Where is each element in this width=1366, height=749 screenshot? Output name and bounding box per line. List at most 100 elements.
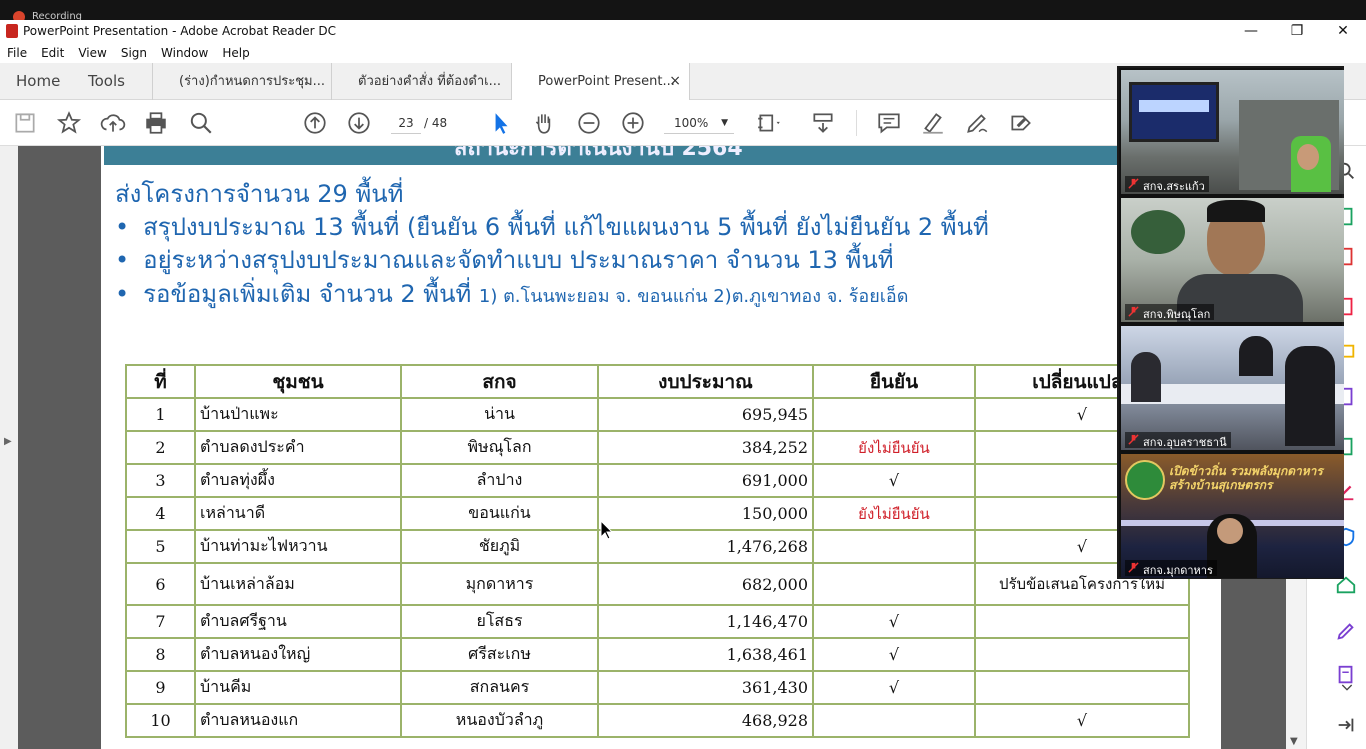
menu-edit[interactable]: Edit [41, 43, 64, 63]
close-button[interactable]: ✕ [1320, 20, 1366, 43]
tab-document-order[interactable]: ตัวอย่างคำสั่ง ที่ต้องดำเ... [332, 63, 512, 100]
table-cell: 10 [125, 703, 196, 738]
chevron-down-icon: ▼ [721, 118, 728, 128]
previous-page-icon[interactable] [302, 110, 328, 136]
video-banner-text: เปิดข้าวถิ่น รวมพลังมุกดาหาร สร้างบ้านสุ… [1169, 464, 1323, 492]
recording-bar: Recording [0, 0, 1366, 23]
print-icon[interactable] [143, 110, 169, 136]
tab-tools[interactable]: Tools [76, 63, 150, 100]
save-icon[interactable] [12, 110, 38, 136]
chevron-right-icon: ▶ [4, 436, 12, 447]
table-cell [974, 604, 1190, 639]
table-cell: 691,000 [597, 463, 814, 498]
comment-icon[interactable] [876, 110, 902, 136]
table-row: 1 บ้านป่าแพะ น่าน 695,945 √ [125, 397, 1190, 432]
table-row: 2 ตำบลดงประคำ พิษณุโลก 384,252 ยังไม่ยืนยัน [125, 430, 1190, 465]
page-fit-icon[interactable] [756, 110, 782, 136]
zoom-level: 100% [674, 116, 709, 130]
chevron-down-icon[interactable] [1339, 679, 1355, 695]
table-cell: บ้านป่าแพะ [194, 397, 402, 432]
left-panel-toggle[interactable]: ▶ [0, 146, 18, 749]
next-page-icon[interactable] [346, 110, 372, 136]
menu-window[interactable]: Window [161, 43, 208, 63]
table-cell: บ้านเหล่าล้อม [194, 562, 402, 606]
table-row: 10 ตำบลหนองแก หนองบัวลำภู 468,928 √ [125, 703, 1190, 738]
participant-label: สกจ.มุกดาหาร [1125, 560, 1217, 577]
table-cell: √ [812, 670, 976, 705]
slide-line-4: • รอข้อมูลเพิ่มเติม จำนวน 2 พื้นที่ 1) ต.… [115, 280, 909, 308]
page-number-input[interactable]: 23 [391, 112, 421, 134]
column-header: ยืนยัน [812, 364, 976, 399]
zoom-out-icon[interactable] [576, 110, 602, 136]
menu-sign[interactable]: Sign [121, 43, 147, 63]
table-row: 5 บ้านท่ามะไฟหวาน ชัยภูมิ 1,476,268 √ [125, 529, 1190, 564]
column-header: ที่ [125, 364, 196, 399]
table-cell [812, 529, 976, 564]
menu-file[interactable]: File [7, 43, 27, 63]
menu-bar: File Edit View Sign Window Help [0, 43, 1366, 63]
menu-view[interactable]: View [78, 43, 106, 63]
fill-sign-icon[interactable] [1335, 620, 1357, 642]
upload-cloud-icon[interactable] [100, 110, 126, 136]
collapse-pane-icon[interactable] [1335, 714, 1357, 736]
tab-home[interactable]: Home [4, 63, 74, 100]
search-zoom-icon[interactable] [188, 110, 214, 136]
table-cell: ตำบลทุ่งผึ้ง [194, 463, 402, 498]
table-row: 9 บ้านคีม สกลนคร 361,430 √ [125, 670, 1190, 705]
table-cell: 2 [125, 430, 196, 465]
video-tile[interactable]: สกจ.พิษณุโลก [1121, 198, 1344, 322]
column-header: สกจ [400, 364, 599, 399]
participant-label: สกจ.อุบลราชธานี [1125, 432, 1231, 449]
table-cell: 9 [125, 670, 196, 705]
tab-label: PowerPoint Present... [538, 74, 675, 89]
table-cell [974, 637, 1190, 672]
table-cell [812, 562, 976, 606]
video-tile[interactable]: สกจ.อุบลราชธานี [1121, 326, 1344, 450]
scroll-down-icon[interactable]: ▼ [1290, 736, 1298, 747]
highlight-pen-icon[interactable] [920, 110, 946, 136]
table-cell: มุกดาหาร [400, 562, 599, 606]
participant-label: สกจ.สระแก้ว [1125, 176, 1209, 193]
video-tile[interactable]: เปิดข้าวถิ่น รวมพลังมุกดาหาร สร้างบ้านสุ… [1121, 454, 1344, 578]
table-cell [812, 397, 976, 432]
table-cell: ตำบลหนองแก [194, 703, 402, 738]
video-tile[interactable]: สกจ.สระแก้ว [1121, 70, 1344, 194]
zoom-in-icon[interactable] [620, 110, 646, 136]
table-cell: บ้านคีม [194, 670, 402, 705]
table-cell [974, 670, 1190, 705]
menu-help[interactable]: Help [222, 43, 249, 63]
zoom-level-select[interactable]: 100% ▼ [664, 112, 734, 134]
pdf-page: สถานะการดำเนินงานปี 2564 ส่งโครงการจำนวน… [101, 146, 1221, 749]
page-total: / 48 [424, 116, 448, 130]
table-cell: 8 [125, 637, 196, 672]
tab-document-powerpoint[interactable]: PowerPoint Present... × [512, 63, 690, 101]
participant-label: สกจ.พิษณุโลก [1125, 304, 1215, 321]
select-cursor-icon[interactable] [488, 110, 514, 136]
table-cell: √ [812, 604, 976, 639]
minimize-button[interactable]: — [1228, 20, 1274, 43]
draw-pen-icon[interactable] [964, 110, 990, 136]
table-cell: 3 [125, 463, 196, 498]
document-view[interactable]: สถานะการดำเนินงานปี 2564 ส่งโครงการจำนวน… [18, 146, 1306, 749]
hand-tool-icon[interactable] [531, 110, 557, 136]
restore-button[interactable]: ❐ [1274, 20, 1320, 43]
bookmark-star-icon[interactable] [56, 110, 82, 136]
table-row: 4 เหล่านาดี ขอนแก่น 150,000 ยังไม่ยืนยัน [125, 496, 1190, 531]
video-call-panel: สกจ.สระแก้ว สกจ.พิษณุโลก สกจ.อุบลราชธานี… [1117, 66, 1344, 579]
table-cell: √ [812, 463, 976, 498]
table-cell: √ [812, 637, 976, 672]
table-cell [812, 703, 976, 738]
tab-document-agenda[interactable]: (ร่าง)กำหนดการประชุม... [152, 63, 332, 100]
table-row: 8 ตำบลหนองใหญ่ ศรีสะเกษ 1,638,461 √ [125, 637, 1190, 672]
sign-tool-icon[interactable] [1008, 110, 1034, 136]
close-tab-icon[interactable]: × [669, 63, 681, 100]
table-header-row: ที่ ชุมชน สกจ งบประมาณ ยืนยัน เปลี่ยนแปล… [125, 364, 1190, 399]
table-cell: 5 [125, 529, 196, 564]
table-cell: ชัยภูมิ [400, 529, 599, 564]
table-cell: ตำบลดงประคำ [194, 430, 402, 465]
table-cell: บ้านท่ามะไฟหวาน [194, 529, 402, 564]
scroll-mode-icon[interactable] [810, 110, 836, 136]
table-cell: 6 [125, 562, 196, 606]
table-cell: 1,146,470 [597, 604, 814, 639]
table-cell: ขอนแก่น [400, 496, 599, 531]
